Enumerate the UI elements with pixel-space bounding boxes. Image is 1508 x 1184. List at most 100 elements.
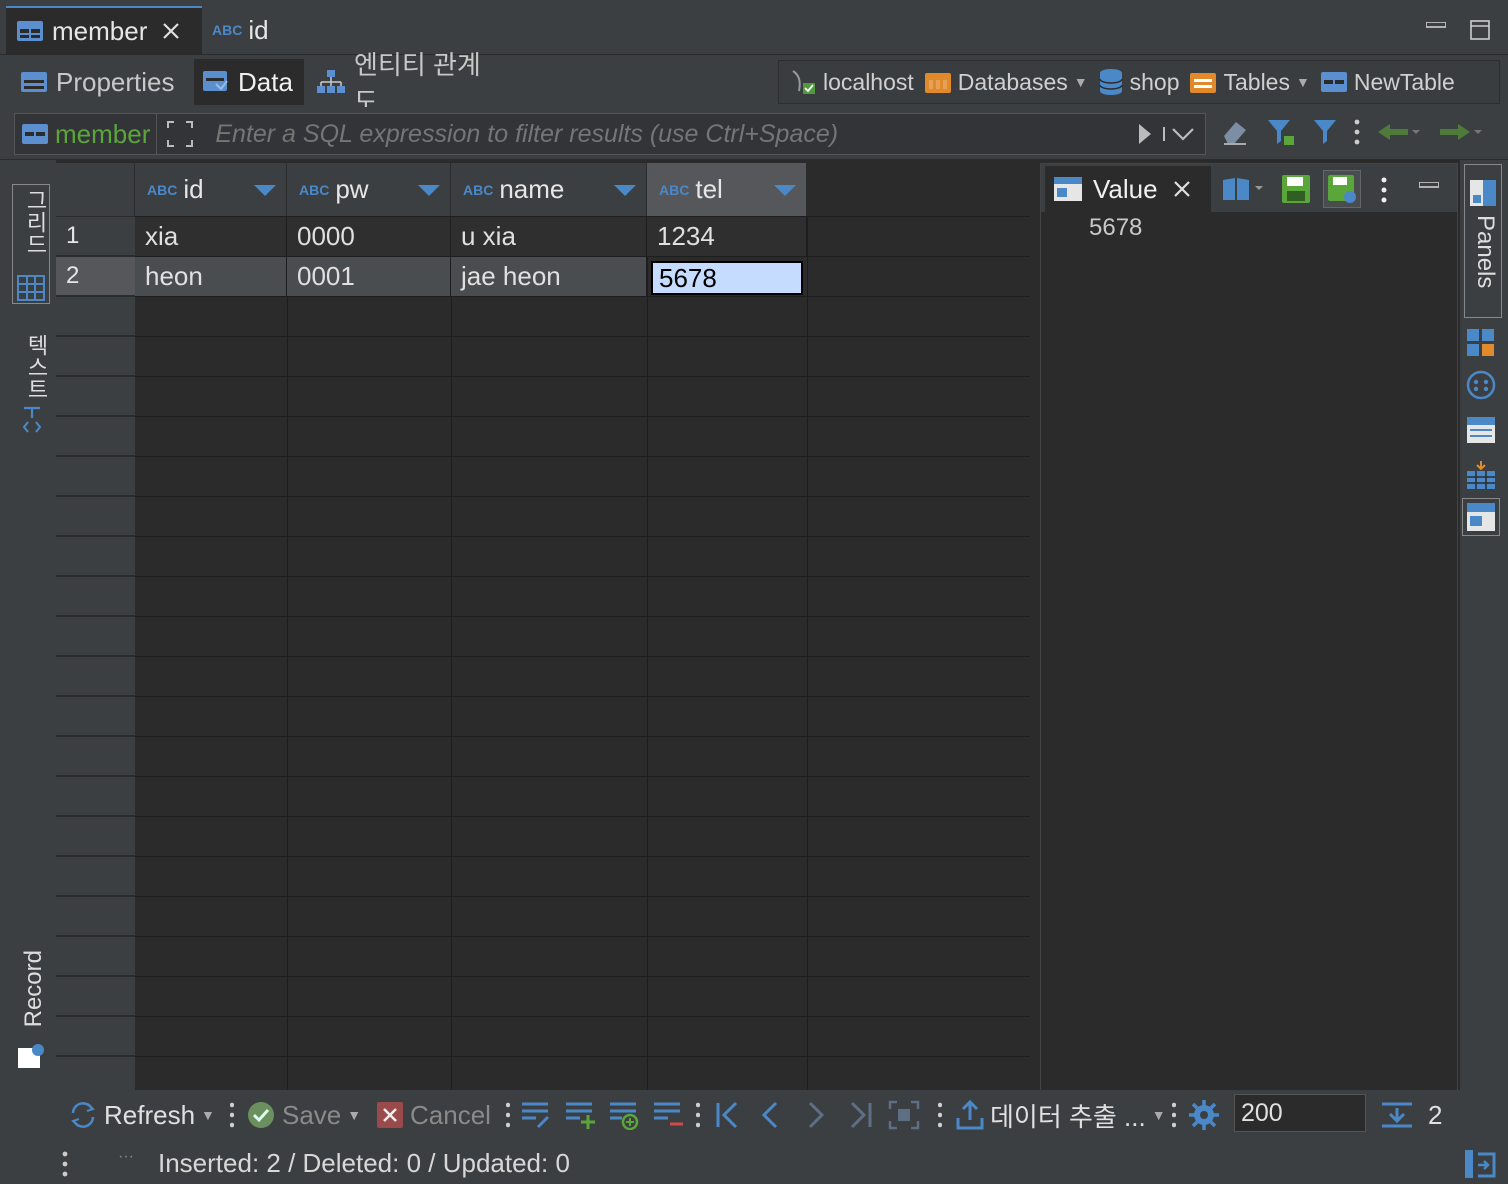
filter-icon[interactable] [1312, 117, 1338, 147]
vertical-dots-icon[interactable] [1354, 118, 1360, 146]
filter-entity[interactable]: member [15, 114, 158, 154]
column-header-tel[interactable]: ABC tel [647, 163, 807, 216]
value-panel-header: Value [1041, 164, 1457, 212]
table-cell[interactable]: xia [135, 217, 287, 257]
grid-corner [56, 163, 135, 216]
calculator-icon[interactable] [1466, 328, 1496, 358]
back-arrow-icon[interactable] [1376, 122, 1422, 142]
chevron-down-icon[interactable]: ▼ [1074, 74, 1088, 90]
grid-row-line [135, 656, 1030, 657]
filter-save-icon[interactable] [1266, 117, 1296, 147]
grid-row-line [135, 576, 1030, 577]
empty-row-header [56, 417, 135, 456]
view-grid-button[interactable]: 그리드 [12, 184, 50, 304]
table-cell[interactable]: 0000 [287, 217, 451, 257]
forward-arrow-icon[interactable] [1438, 122, 1484, 142]
sort-dropdown-icon[interactable] [418, 185, 440, 196]
table-cell[interactable]: 1234 [647, 217, 807, 257]
grid-row-line [135, 736, 1030, 737]
delete-row-icon[interactable] [652, 1100, 684, 1130]
filter-input[interactable] [203, 118, 1127, 150]
editor-tab-label: member [52, 15, 148, 46]
status-bar: ··· Inserted: 2 / Deleted: 0 / Updated: … [0, 1138, 1508, 1184]
breadcrumb-table[interactable]: NewTable [1320, 69, 1455, 96]
sort-dropdown-icon[interactable] [614, 185, 636, 196]
fetch-all-icon[interactable] [888, 1100, 920, 1130]
table-cell[interactable]: u xia [451, 217, 647, 257]
sort-dropdown-icon[interactable] [774, 185, 796, 196]
grouping-icon[interactable] [1466, 370, 1496, 400]
results-grid: ABC id ABC pw ABC name ABC tel 1 xia 000… [56, 163, 1030, 1090]
chevron-down-icon[interactable]: ▼ [1152, 1107, 1166, 1123]
save-value-icon[interactable] [1281, 174, 1311, 204]
tab-er-diagram[interactable]: 엔티티 관계도 [308, 50, 508, 117]
play-icon[interactable] [1127, 123, 1163, 145]
close-icon[interactable] [1172, 179, 1192, 199]
previous-page-icon[interactable] [760, 1100, 782, 1130]
refresh-button[interactable]: Refresh ▼ [68, 1098, 215, 1132]
first-page-icon[interactable] [714, 1100, 742, 1130]
table-cell[interactable]: 0001 [287, 257, 451, 297]
row-number[interactable]: 1 [56, 217, 135, 256]
breadcrumb-label: shop [1129, 68, 1180, 95]
chevron-down-icon[interactable]: ▼ [347, 1107, 361, 1123]
next-page-icon[interactable] [804, 1100, 826, 1130]
settings-gear-icon[interactable] [1188, 1099, 1220, 1131]
vertical-dots-icon[interactable] [62, 1150, 68, 1178]
column-header-name[interactable]: ABC name [451, 163, 647, 216]
tab-data[interactable]: Data [194, 59, 304, 105]
breadcrumb-label: Tables [1223, 68, 1290, 95]
insert-row-icon[interactable] [1466, 460, 1496, 490]
maximize-icon[interactable] [1470, 20, 1490, 40]
table-cell[interactable]: jae heon [451, 257, 647, 297]
expand-icon[interactable] [157, 119, 203, 149]
view-text-button[interactable]: 텍스트 [12, 330, 50, 440]
record-icon [16, 1042, 46, 1072]
breadcrumb-schema[interactable]: shop [1098, 68, 1180, 96]
toolbar-separator [938, 1100, 942, 1130]
close-icon[interactable] [161, 21, 181, 41]
copy-row-icon[interactable] [608, 1100, 640, 1130]
sort-dropdown-icon[interactable] [254, 185, 276, 196]
editor-tab-id[interactable]: ABC id [208, 6, 328, 54]
chevron-down-icon[interactable]: ▼ [1296, 74, 1310, 90]
chevron-down-icon[interactable]: ▼ [201, 1107, 215, 1123]
column-header-id[interactable]: ABC id [135, 163, 287, 216]
last-page-icon[interactable] [846, 1100, 874, 1130]
value-tab[interactable]: Value [1045, 166, 1211, 212]
edit-row-icon[interactable] [520, 1100, 552, 1130]
panels-bar: Panels [1460, 160, 1508, 1090]
value-content[interactable]: 5678 [1089, 214, 1142, 242]
page-size-input[interactable] [1234, 1094, 1366, 1132]
editor-tab-member[interactable]: member [6, 6, 202, 54]
breadcrumb-databases[interactable]: Databases ▼ [924, 69, 1088, 96]
auto-save-icon[interactable] [1323, 170, 1361, 208]
column-label: id [183, 174, 204, 204]
table-cell[interactable]: heon [135, 257, 287, 297]
more-options-icon[interactable] [1381, 176, 1387, 204]
metadata-icon[interactable] [1466, 416, 1496, 444]
column-header-pw[interactable]: ABC pw [287, 163, 451, 216]
panels-toggle-button[interactable]: Panels [1464, 164, 1502, 318]
row-count-button[interactable]: 2 [1380, 1098, 1442, 1132]
book-icon[interactable] [1221, 176, 1267, 202]
view-record-button[interactable]: Record [12, 950, 50, 1080]
selected-cell[interactable]: 5678 [651, 261, 803, 295]
breadcrumb-tables[interactable]: Tables ▼ [1189, 68, 1310, 96]
minimize-icon[interactable] [1419, 182, 1439, 188]
cancel-button[interactable]: Cancel [376, 1098, 491, 1132]
panel-layout-icon[interactable] [1464, 1148, 1496, 1180]
empty-row-header [56, 697, 135, 736]
tab-properties[interactable]: Properties [12, 59, 192, 105]
export-data-button[interactable]: 데이터 추출 ... ▼ [956, 1098, 1166, 1132]
breadcrumb-connection[interactable]: localhost [789, 69, 914, 96]
empty-row-header [56, 577, 135, 616]
eraser-icon[interactable] [1220, 118, 1250, 146]
save-button[interactable]: Save ▼ [246, 1098, 361, 1132]
column-label: tel [695, 174, 723, 204]
add-row-icon[interactable] [564, 1100, 596, 1130]
layout-icon[interactable] [1462, 498, 1500, 536]
row-number[interactable]: 2 [56, 257, 135, 296]
history-dropdown-icon[interactable] [1163, 127, 1205, 141]
minimize-icon[interactable] [1426, 22, 1446, 28]
